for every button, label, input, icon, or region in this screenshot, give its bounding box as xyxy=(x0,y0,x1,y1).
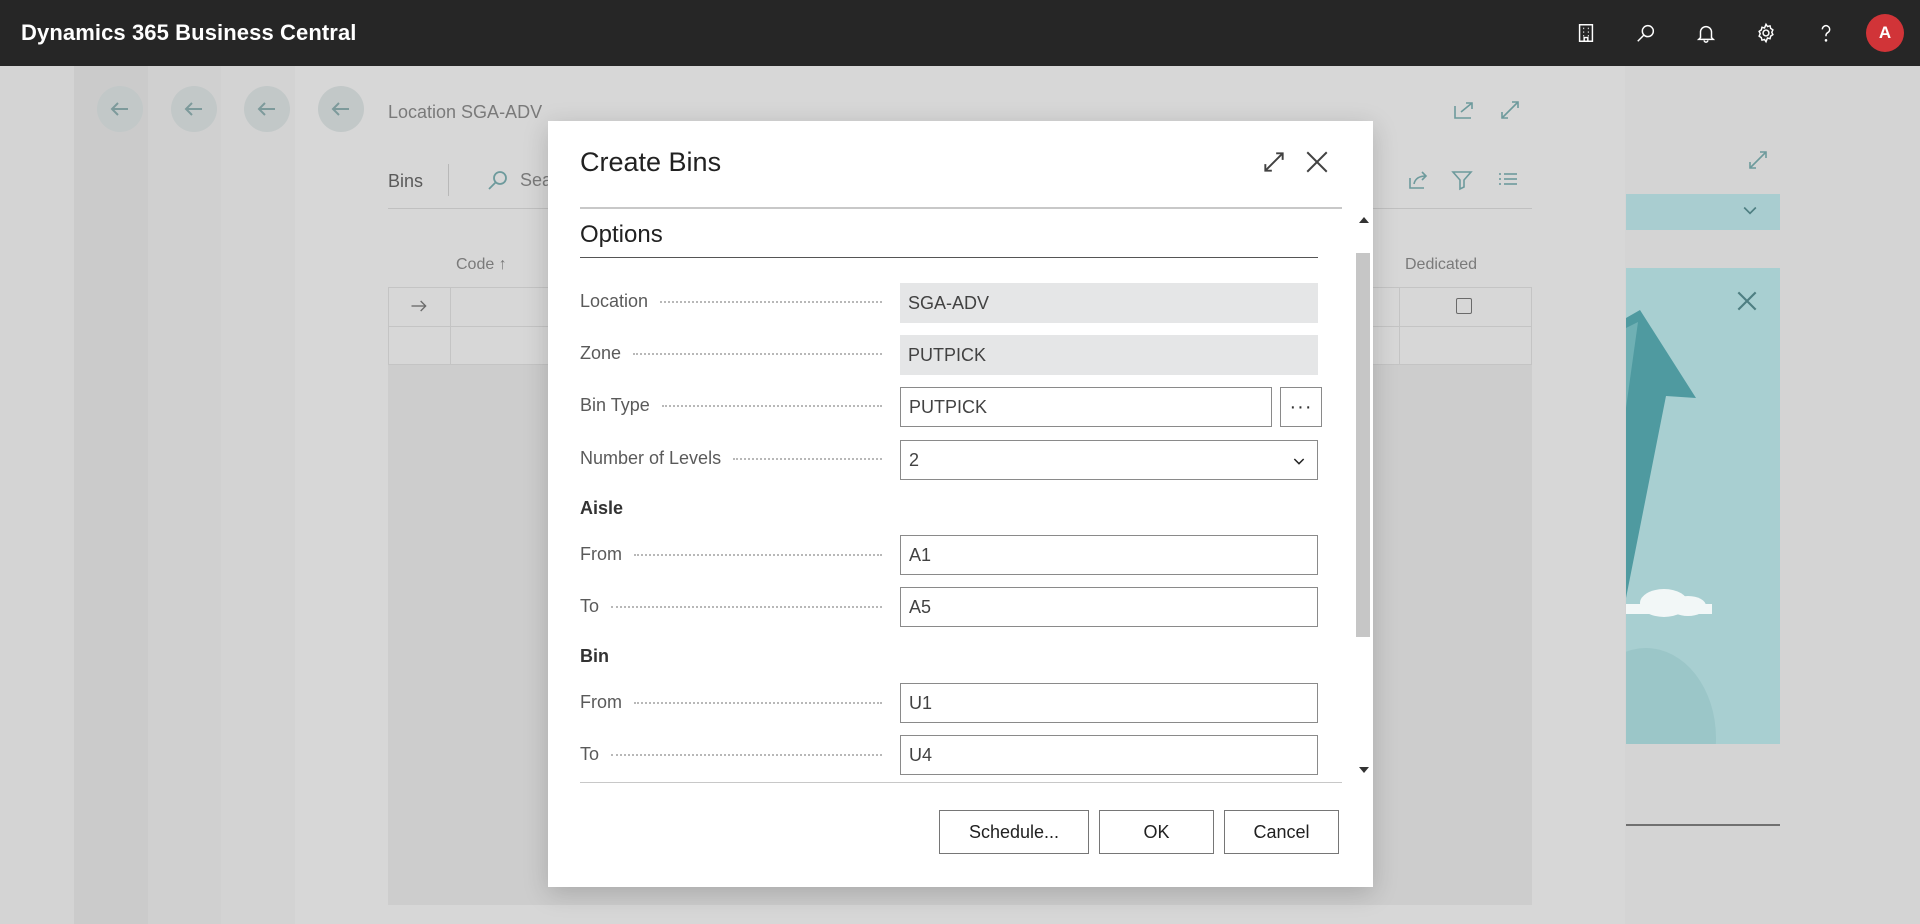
cancel-button[interactable]: Cancel xyxy=(1224,810,1339,854)
back-arrow-icon[interactable] xyxy=(244,86,290,132)
bin-type-lookup-button[interactable]: ··· xyxy=(1280,387,1322,427)
bin-from-label: From xyxy=(580,682,882,722)
location-field-label: Location xyxy=(580,281,882,321)
back-arrow-icon[interactable] xyxy=(318,86,364,132)
gear-icon[interactable] xyxy=(1736,0,1796,66)
aisle-to-input[interactable]: A5 xyxy=(900,587,1318,627)
search-icon xyxy=(488,171,507,190)
back-arrow-icon[interactable] xyxy=(97,86,143,132)
levels-select[interactable]: 2 xyxy=(900,440,1318,480)
search-icon[interactable] xyxy=(1616,0,1676,66)
welcome-illustration xyxy=(1626,268,1780,744)
open-new-window-icon[interactable] xyxy=(1452,98,1476,127)
aisle-to-label: To xyxy=(580,586,882,626)
scrollbar-thumb[interactable] xyxy=(1356,253,1370,637)
user-avatar[interactable]: A xyxy=(1866,14,1904,52)
divider xyxy=(580,782,1342,783)
create-bins-dialog: Create Bins Options Location SGA-ADV Zon… xyxy=(548,121,1373,887)
top-bar-actions: A xyxy=(1556,0,1920,66)
chevron-down-icon xyxy=(1291,453,1307,474)
dialog-scrollbar[interactable] xyxy=(1354,209,1372,779)
company-icon[interactable] xyxy=(1556,0,1616,66)
column-header-code[interactable]: Code ↑ xyxy=(456,256,507,274)
section-underline xyxy=(580,257,1318,258)
arrow-right-icon xyxy=(409,296,429,321)
ok-button[interactable]: OK xyxy=(1099,810,1214,854)
bin-group-title: Bin xyxy=(580,646,609,666)
app-title: Dynamics 365 Business Central xyxy=(21,20,357,45)
back-arrow-icon[interactable] xyxy=(171,86,217,132)
filter-icon[interactable] xyxy=(1450,168,1474,197)
schedule-button[interactable]: Schedule... xyxy=(939,810,1089,854)
expand-icon[interactable] xyxy=(1746,148,1770,177)
close-icon[interactable] xyxy=(1734,288,1760,319)
scroll-up-arrow-icon[interactable] xyxy=(1359,217,1369,223)
help-icon[interactable] xyxy=(1796,0,1856,66)
bin-type-input[interactable]: PUTPICK xyxy=(900,387,1272,427)
column-header-dedicated[interactable]: Dedicated xyxy=(1405,256,1477,274)
chevron-down-icon[interactable] xyxy=(1740,200,1760,225)
top-bar: Dynamics 365 Business Central A xyxy=(0,0,1920,66)
aisle-group-title: Aisle xyxy=(580,498,624,518)
aisle-from-label: From xyxy=(580,534,882,574)
aisle-from-input[interactable]: A1 xyxy=(900,535,1318,575)
location-value: SGA-ADV xyxy=(900,283,1318,323)
bins-tab[interactable]: Bins xyxy=(388,171,423,192)
expand-icon[interactable] xyxy=(1498,98,1522,127)
bin-to-input[interactable]: U4 xyxy=(900,735,1318,775)
zone-value: PUTPICK xyxy=(900,335,1318,375)
divider xyxy=(448,164,449,196)
bin-from-input[interactable]: U1 xyxy=(900,683,1318,723)
bell-icon[interactable] xyxy=(1676,0,1736,66)
list-search[interactable]: Sea xyxy=(486,168,552,192)
section-title-options: Options xyxy=(580,221,663,248)
dialog-content: Options Location SGA-ADV Zone PUTPICK Bi… xyxy=(580,121,1342,783)
levels-selected-value: 2 xyxy=(909,449,920,470)
dedicated-checkbox[interactable] xyxy=(1456,298,1472,314)
levels-field-label: Number of Levels xyxy=(580,438,882,478)
bin-type-field-label: Bin Type xyxy=(580,385,882,425)
divider xyxy=(1626,824,1780,826)
share-icon[interactable] xyxy=(1406,168,1430,197)
list-view-icon[interactable] xyxy=(1496,168,1520,197)
zone-field-label: Zone xyxy=(580,333,882,373)
page-breadcrumb: Location SGA-ADV xyxy=(388,102,543,122)
scroll-down-arrow-icon[interactable] xyxy=(1359,767,1369,773)
bin-to-label: To xyxy=(580,734,882,774)
